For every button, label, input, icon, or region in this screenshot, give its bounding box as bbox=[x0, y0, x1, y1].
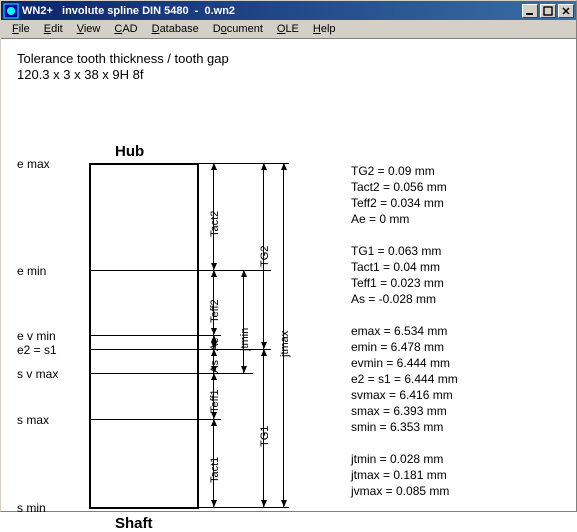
val-e2s1: e2 = s1 = 6.444 mm bbox=[351, 371, 458, 387]
line-smax bbox=[89, 419, 221, 420]
dimtext-tact1: Tact1 bbox=[209, 457, 221, 483]
val-emin: emin = 6.478 mm bbox=[351, 339, 458, 355]
menu-database[interactable]: Database bbox=[145, 21, 206, 37]
shaft-label: Shaft bbox=[115, 515, 153, 532]
menu-bar: File Edit View CAD Database Document OLE… bbox=[1, 20, 576, 39]
val-evmin: evmin = 6.444 mm bbox=[351, 355, 458, 371]
diagram-box bbox=[89, 163, 199, 509]
dimtext-tact2: Tact2 bbox=[209, 211, 221, 237]
val-tg1: TG1 = 0.063 mm bbox=[351, 243, 458, 259]
client-area: Tolerance tooth thickness / tooth gap 12… bbox=[1, 39, 576, 511]
menu-cad[interactable]: CAD bbox=[107, 21, 144, 37]
value-group-1: TG2 = 0.09 mm Tact2 = 0.056 mm Teff2 = 0… bbox=[351, 163, 458, 227]
heading-block: Tolerance tooth thickness / tooth gap 12… bbox=[17, 51, 560, 83]
label-smax: s max bbox=[17, 413, 83, 427]
app-icon bbox=[3, 3, 19, 19]
val-as: As = -0.028 mm bbox=[351, 291, 458, 307]
val-teff2: Teff2 = 0.034 mm bbox=[351, 195, 458, 211]
val-tg2: TG2 = 0.09 mm bbox=[351, 163, 458, 179]
line-svmax bbox=[89, 373, 253, 374]
line-smin bbox=[89, 507, 289, 508]
val-smax: smax = 6.393 mm bbox=[351, 403, 458, 419]
line-emax bbox=[89, 163, 289, 164]
dimtext-as: As bbox=[209, 360, 221, 373]
heading-line1: Tolerance tooth thickness / tooth gap bbox=[17, 51, 560, 67]
menu-document[interactable]: Document bbox=[206, 21, 270, 37]
dimtext-tg2: TG2 bbox=[259, 246, 271, 267]
dimtext-jtmin: jtmin bbox=[239, 328, 251, 351]
menu-view[interactable]: View bbox=[70, 21, 108, 37]
minimize-button[interactable] bbox=[522, 4, 538, 18]
tolerance-diagram: Hub Shaft e max e min e v min e2 = s1 s … bbox=[17, 107, 357, 527]
label-smin: s min bbox=[17, 501, 83, 515]
value-group-2: TG1 = 0.063 mm Tact1 = 0.04 mm Teff1 = 0… bbox=[351, 243, 458, 307]
line-evmin bbox=[89, 335, 221, 336]
label-evmin: e v min bbox=[17, 329, 83, 343]
label-emax: e max bbox=[17, 157, 83, 171]
menu-file[interactable]: File bbox=[5, 21, 37, 37]
dim-jtmin bbox=[243, 270, 244, 373]
menu-help[interactable]: Help bbox=[306, 21, 343, 37]
val-tact2: Tact2 = 0.056 mm bbox=[351, 179, 458, 195]
val-ae: Ae = 0 mm bbox=[351, 211, 458, 227]
val-smin: smin = 6.353 mm bbox=[351, 419, 458, 435]
window-buttons bbox=[520, 4, 574, 18]
val-jvmax: jvmax = 0.085 mm bbox=[351, 483, 458, 499]
label-emin: e min bbox=[17, 264, 83, 278]
window-title: WN2+ involute spline DIN 5480 - 0.wn2 bbox=[22, 5, 520, 17]
label-e2s1: e2 = s1 bbox=[17, 343, 83, 357]
dimtext-teff1: Teff1 bbox=[209, 389, 221, 413]
value-group-3: emax = 6.534 mm emin = 6.478 mm evmin = … bbox=[351, 323, 458, 435]
val-tact1: Tact1 = 0.04 mm bbox=[351, 259, 458, 275]
dimtext-tg1: TG1 bbox=[259, 426, 271, 447]
title-bar: WN2+ involute spline DIN 5480 - 0.wn2 bbox=[1, 1, 576, 20]
dimtext-jtmax: jtmax bbox=[279, 331, 291, 357]
value-group-4: jtmin = 0.028 mm jtmax = 0.181 mm jvmax … bbox=[351, 451, 458, 499]
dimtext-teff2: Teff2 bbox=[209, 299, 221, 323]
menu-ole[interactable]: OLE bbox=[270, 21, 306, 37]
heading-line2: 120.3 x 3 x 38 x 9H 8f bbox=[17, 67, 560, 83]
label-svmax: s v max bbox=[17, 367, 83, 381]
values-panel: TG2 = 0.09 mm Tact2 = 0.056 mm Teff2 = 0… bbox=[351, 163, 458, 515]
maximize-button[interactable] bbox=[540, 4, 556, 18]
val-jtmax: jtmax = 0.181 mm bbox=[351, 467, 458, 483]
val-teff1: Teff1 = 0.023 mm bbox=[351, 275, 458, 291]
val-jtmin: jtmin = 0.028 mm bbox=[351, 451, 458, 467]
menu-edit[interactable]: Edit bbox=[37, 21, 70, 37]
hub-label: Hub bbox=[115, 143, 144, 160]
val-svmax: svmax = 6.416 mm bbox=[351, 387, 458, 403]
val-emax: emax = 6.534 mm bbox=[351, 323, 458, 339]
close-button[interactable] bbox=[558, 4, 574, 18]
